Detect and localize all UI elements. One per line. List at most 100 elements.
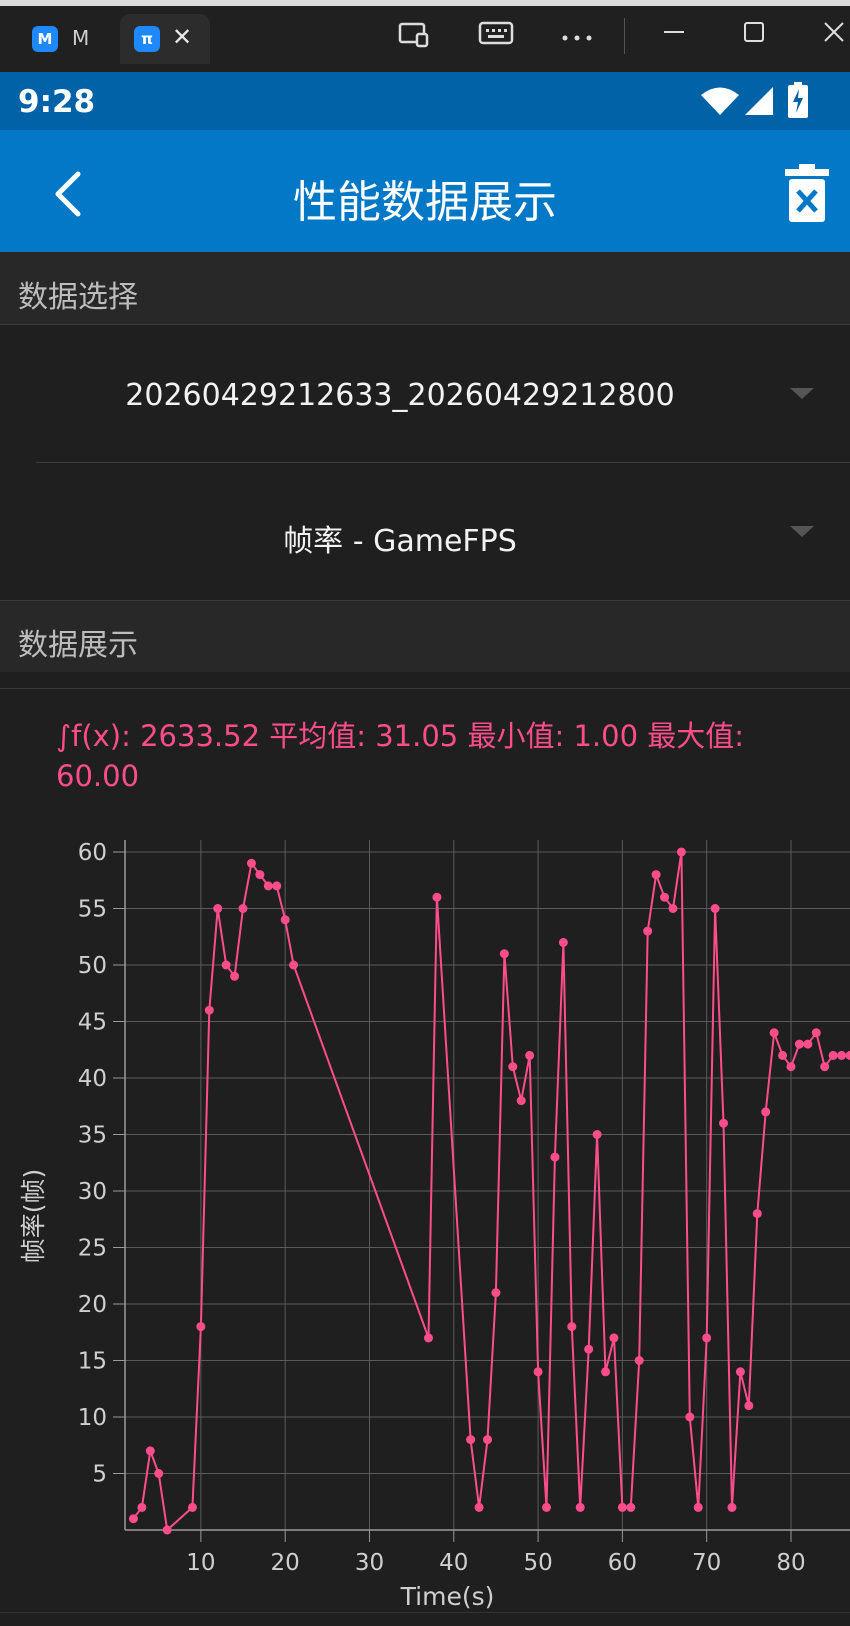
keyboard-icon[interactable] [478,20,514,54]
fps-line-chart: 5 10 15 20 25 30 35 40 45 50 55 60 10 20 30 40 50 60 70 80 T… [19,840,850,1611]
divider [0,688,850,689]
y-axis-title: 帧率(帧) [19,1169,48,1264]
data-point [794,1039,804,1049]
x-tick-label: 10 [186,1550,215,1576]
data-point [533,1367,543,1377]
data-point [483,1435,492,1445]
cellular-signal-icon [745,87,773,115]
data-point [828,1050,838,1060]
data-point [491,1288,501,1298]
divider [0,600,850,601]
status-bar: 9:28 [0,72,850,130]
dropdown-arrow-icon [790,388,814,399]
data-select-heading: 数据选择 [18,280,138,315]
data-point [187,1502,197,1512]
browser-tab-2[interactable]: π ✕ [120,14,210,64]
data-point [499,949,509,959]
y-tick-label: 55 [78,897,107,923]
dropdown-arrow-icon [790,526,814,537]
browser-tab-1[interactable]: M M [18,14,110,64]
data-point [761,1107,771,1117]
data-point [626,1502,636,1512]
data-point [676,847,686,857]
y-tick-label: 20 [78,1292,107,1318]
more-options-icon[interactable] [559,20,595,54]
data-point [592,1130,602,1139]
data-select-header: 数据选择 [0,252,850,324]
divider [0,324,850,325]
data-point [128,1514,138,1524]
tab-1-label: M [72,26,90,50]
page-title: 性能数据展示 [293,177,557,228]
data-point [432,892,442,902]
data-point [145,1446,155,1456]
data-point [542,1502,552,1512]
data-point [230,971,240,981]
y-tick-label: 5 [92,1462,107,1488]
data-point [786,1062,796,1072]
data-point [558,937,568,947]
metric-select-dropdown[interactable]: 帧率 - GameFPS [0,466,850,602]
x-tick-label: 60 [608,1550,637,1576]
data-point [820,1062,830,1072]
data-point [272,881,282,891]
pi-app-icon: π [134,26,160,52]
data-point [601,1367,611,1377]
data-display-heading: 数据展示 [18,628,138,663]
data-point [255,870,265,880]
x-tick-label: 50 [523,1550,552,1576]
x-axis-title: Time(s) [400,1582,495,1611]
m-app-icon: M [32,26,58,52]
y-tick-label: 30 [78,1179,107,1205]
metric-select-value: 帧率 - GameFPS [283,524,517,559]
data-point [651,870,661,880]
stats-summary: ∫f(x): 2633.52 平均值: 31.05 最小值: 1.00 最大值:… [56,719,745,793]
y-tick-label: 50 [78,953,107,979]
data-point [693,1502,703,1512]
data-point [617,1502,627,1512]
data-point [550,1152,560,1162]
file-select-value: 20260429212633_20260429212800 [125,378,675,413]
data-point [584,1344,594,1354]
y-tick-label: 10 [78,1405,107,1431]
status-time: 9:28 [18,84,96,120]
data-point [811,1028,821,1038]
cast-icon[interactable] [396,20,432,54]
data-point [845,1050,850,1060]
x-tick-label: 20 [271,1550,300,1576]
data-point [246,858,256,868]
data-point [575,1502,585,1512]
close-window-icon[interactable] [816,20,850,54]
close-tab-icon[interactable]: ✕ [172,23,192,51]
maximize-window-icon[interactable] [736,20,772,54]
data-point [137,1502,147,1512]
data-point [710,904,720,913]
titlebar-strip [0,0,850,6]
y-tick-label: 15 [78,1349,107,1375]
data-point [744,1401,754,1411]
data-point [516,1096,526,1106]
data-point [162,1525,172,1535]
file-select-dropdown[interactable]: 20260429212633_20260429212800 [0,328,850,464]
window-titlebar: M M π ✕ [0,0,850,72]
data-point [778,1050,788,1060]
data-point [289,960,299,970]
data-point [525,1050,535,1060]
data-point [263,881,273,891]
data-point [752,1209,762,1219]
x-tick-label: 30 [355,1550,384,1576]
data-point [735,1367,745,1377]
wifi-icon [701,87,739,115]
data-point [634,1356,644,1365]
app-bar: 性能数据展示 [0,130,850,252]
data-point [727,1502,737,1512]
data-point [702,1333,712,1343]
delete-button[interactable] [782,162,832,224]
y-tick-label: 25 [78,1236,107,1262]
minimize-window-icon[interactable] [656,20,692,54]
data-display-header: 数据展示 [0,600,850,672]
x-tick-label: 40 [439,1550,468,1576]
data-point [719,1118,729,1128]
y-tick-label: 45 [78,1010,107,1036]
data-point [474,1502,484,1512]
